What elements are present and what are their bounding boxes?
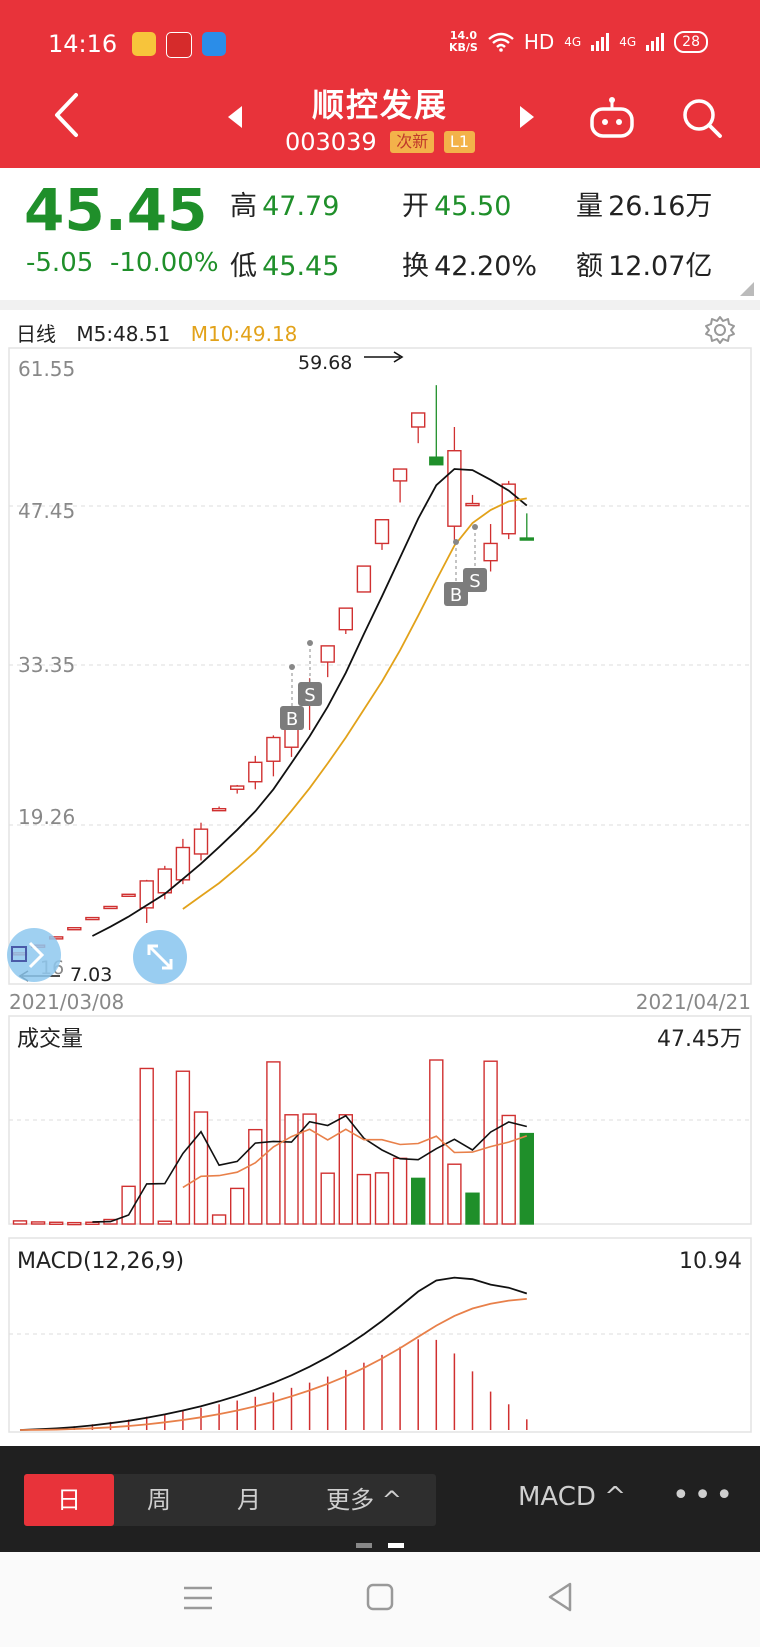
volume-bar [519, 1132, 534, 1225]
volume-plot [12, 1059, 534, 1226]
volume-max-value: 47.45万 [657, 1027, 742, 1052]
buy-marker-label: B [450, 585, 462, 606]
tab-month[interactable]: 月 [204, 1474, 294, 1526]
candle [320, 645, 335, 663]
candle [392, 468, 408, 482]
date-end-label: 2021/04/21 [636, 990, 751, 1014]
y-tick-label: 33.35 [18, 653, 75, 677]
stock-charts[interactable]: 61.55 47.45 33.35 19.26 59.68 7.03 16 B … [0, 0, 760, 1446]
volume-bar [211, 1214, 227, 1225]
volume-bar [392, 1157, 408, 1225]
volume-bar [139, 1067, 154, 1225]
system-nav-bar [0, 1552, 760, 1647]
candle [411, 412, 426, 428]
candle [483, 542, 498, 562]
back-triangle-icon[interactable] [546, 1582, 574, 1612]
sell-marker-label: S [469, 571, 480, 592]
candle [519, 537, 534, 541]
volume-bar [501, 1114, 516, 1225]
volume-panel-label: 成交量 [17, 1027, 83, 1052]
indicator-selector-button[interactable]: MACD ^ [518, 1482, 626, 1512]
period-tabs: 日 周 月 更多 ^ [24, 1474, 436, 1526]
candle [374, 519, 390, 545]
more-options-button[interactable]: ••• [672, 1478, 737, 1513]
volume-bar [12, 1220, 28, 1225]
y-tick-label: 61.55 [18, 357, 75, 381]
candle [85, 916, 100, 921]
candle [429, 456, 444, 466]
volume-bar [229, 1187, 245, 1225]
fullscreen-button[interactable] [133, 930, 187, 984]
buy-marker-label: B [286, 709, 298, 730]
macd-plot [19, 1276, 528, 1431]
min-price-label: 7.03 [70, 964, 112, 986]
candle [229, 785, 245, 790]
volume-bar [193, 1111, 209, 1225]
date-start-label: 2021/03/08 [9, 990, 124, 1014]
candle [266, 736, 281, 762]
trade-marker-sell[interactable]: S [298, 640, 322, 706]
macd-panel-label: MACD(12,26,9) [17, 1249, 184, 1274]
volume-bar [447, 1163, 462, 1225]
volume-bar [284, 1114, 299, 1225]
max-price-label: 59.68 [298, 352, 352, 374]
candle [121, 893, 136, 897]
sell-marker-label: S [304, 685, 315, 706]
page-indicator-dot [356, 1543, 372, 1548]
volume-bar [266, 1061, 281, 1225]
candle [193, 828, 209, 855]
page-indicator-dot-active [388, 1543, 404, 1548]
kline-frame [8, 347, 752, 985]
candle [338, 607, 353, 631]
tab-week[interactable]: 周 [114, 1474, 204, 1526]
volume-ma10-line [182, 1128, 528, 1189]
candle [465, 502, 480, 507]
candle [139, 880, 154, 909]
volume-bar [121, 1185, 136, 1225]
volume-bar [356, 1173, 372, 1225]
trade-marker-sell[interactable]: S [463, 524, 487, 592]
floating-draw-button[interactable] [7, 928, 61, 982]
candle [103, 905, 118, 910]
volume-bar [429, 1059, 444, 1225]
home-square-icon[interactable] [366, 1583, 394, 1611]
volume-bar [465, 1192, 480, 1225]
volume-bar [49, 1221, 64, 1225]
macd-value: 10.94 [679, 1249, 742, 1274]
tab-more[interactable]: 更多 ^ [294, 1474, 434, 1526]
volume-bar [157, 1220, 173, 1225]
candle [356, 565, 372, 593]
volume-bar [30, 1221, 46, 1225]
kline-plot [12, 385, 534, 956]
candle [67, 927, 82, 931]
volume-bar [483, 1060, 498, 1225]
y-tick-label: 19.26 [18, 805, 75, 829]
volume-bar [67, 1221, 82, 1226]
candle [447, 450, 462, 527]
volume-bar [374, 1172, 390, 1225]
candle [248, 761, 263, 783]
menu-icon[interactable] [184, 1584, 212, 1612]
candle [211, 807, 227, 812]
volume-bar [411, 1177, 426, 1225]
volume-bar [320, 1172, 335, 1225]
y-tick-label: 47.45 [18, 499, 75, 523]
tab-day[interactable]: 日 [24, 1474, 114, 1526]
